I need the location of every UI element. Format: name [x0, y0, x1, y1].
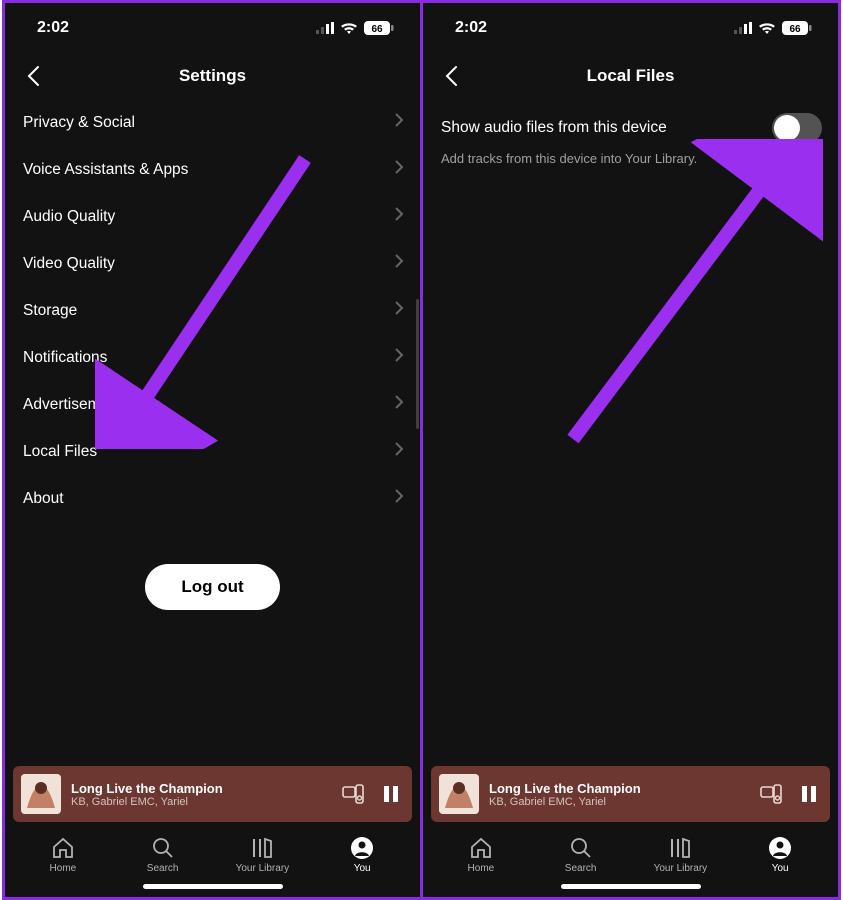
now-playing-artist: KB, Gabriel EMC, Yariel — [489, 796, 750, 808]
chevron-right-icon — [394, 206, 404, 227]
pause-button[interactable] — [382, 784, 400, 804]
settings-item-label: About — [23, 490, 64, 508]
nav-label: You — [354, 863, 371, 874]
logout-button[interactable]: Log out — [145, 564, 279, 610]
settings-item-advertisements[interactable]: Advertisements — [5, 381, 420, 428]
nav-label: Your Library — [236, 863, 290, 874]
library-icon — [668, 836, 692, 860]
header: Settings — [5, 53, 420, 99]
chevron-right-icon — [394, 441, 404, 462]
settings-item-label: Local Files — [23, 443, 97, 461]
bottom-nav: Home Search Your Library You — [5, 830, 420, 878]
settings-item-label: Notifications — [23, 349, 107, 367]
now-playing-title: Long Live the Champion — [489, 781, 750, 796]
chevron-right-icon — [394, 253, 404, 274]
scrollbar-indicator — [416, 299, 419, 429]
phone-local-files: 2:02 66 Local Files Show a — [423, 3, 838, 897]
nav-label: Your Library — [654, 863, 708, 874]
settings-item-privacy-social[interactable]: Privacy & Social — [5, 99, 420, 146]
cellular-signal-icon — [734, 22, 752, 34]
show-audio-files-row: Show audio files from this device — [423, 99, 838, 149]
chevron-right-icon — [394, 488, 404, 509]
you-icon — [350, 836, 374, 860]
chevron-right-icon — [394, 394, 404, 415]
toggle-sublabel: Add tracks from this device into Your Li… — [423, 149, 838, 168]
wifi-icon — [340, 22, 358, 35]
nav-home[interactable]: Home — [13, 836, 113, 874]
settings-item-label: Advertisements — [23, 396, 130, 414]
library-icon — [250, 836, 274, 860]
devices-icon[interactable] — [342, 784, 364, 804]
settings-item-label: Privacy & Social — [23, 114, 135, 132]
page-title: Local Files — [441, 66, 820, 86]
show-audio-files-toggle[interactable] — [772, 113, 822, 143]
search-icon — [151, 836, 175, 860]
bottom-nav: Home Search Your Library You — [423, 830, 838, 878]
settings-item-audio-quality[interactable]: Audio Quality — [5, 193, 420, 240]
nav-you[interactable]: You — [312, 836, 412, 874]
svg-text:66: 66 — [371, 24, 383, 35]
now-playing-bar[interactable]: Long Live the Champion KB, Gabriel EMC, … — [13, 766, 412, 822]
toggle-label: Show audio files from this device — [441, 119, 667, 137]
chevron-right-icon — [394, 347, 404, 368]
settings-item-notifications[interactable]: Notifications — [5, 334, 420, 381]
nav-label: You — [772, 863, 789, 874]
settings-item-storage[interactable]: Storage — [5, 287, 420, 334]
settings-item-label: Voice Assistants & Apps — [23, 161, 188, 179]
nav-library[interactable]: Your Library — [631, 836, 731, 874]
back-button[interactable] — [19, 62, 47, 90]
status-time: 2:02 — [455, 19, 487, 37]
chevron-right-icon — [394, 112, 404, 133]
now-playing-title: Long Live the Champion — [71, 781, 332, 796]
nav-library[interactable]: Your Library — [213, 836, 313, 874]
settings-item-about[interactable]: About — [5, 475, 420, 522]
svg-text:66: 66 — [789, 24, 801, 35]
local-files-panel: Show audio files from this device Add tr… — [423, 99, 838, 766]
settings-list: Privacy & Social Voice Assistants & Apps… — [5, 99, 420, 766]
devices-icon[interactable] — [760, 784, 782, 804]
chevron-right-icon — [394, 159, 404, 180]
status-bar: 2:02 66 — [5, 3, 420, 53]
home-icon — [51, 836, 75, 860]
nav-label: Search — [565, 863, 597, 874]
cellular-signal-icon — [316, 22, 334, 34]
album-art — [439, 774, 479, 814]
nav-search[interactable]: Search — [113, 836, 213, 874]
now-playing-bar[interactable]: Long Live the Champion KB, Gabriel EMC, … — [431, 766, 830, 822]
settings-item-video-quality[interactable]: Video Quality — [5, 240, 420, 287]
settings-item-label: Storage — [23, 302, 77, 320]
home-icon — [469, 836, 493, 860]
nav-label: Search — [147, 863, 179, 874]
settings-item-voice-assistants[interactable]: Voice Assistants & Apps — [5, 146, 420, 193]
nav-you[interactable]: You — [730, 836, 830, 874]
settings-item-label: Audio Quality — [23, 208, 115, 226]
status-time: 2:02 — [37, 19, 69, 37]
page-title: Settings — [23, 66, 402, 86]
nav-search[interactable]: Search — [531, 836, 631, 874]
home-indicator — [143, 884, 283, 889]
chevron-right-icon — [394, 300, 404, 321]
phone-settings: 2:02 66 Settings Privacy & — [5, 3, 420, 897]
nav-label: Home — [468, 863, 495, 874]
album-art — [21, 774, 61, 814]
battery-icon: 66 — [364, 21, 394, 35]
wifi-icon — [758, 22, 776, 35]
settings-item-local-files[interactable]: Local Files — [5, 428, 420, 475]
annotation-arrow — [543, 139, 823, 459]
search-icon — [569, 836, 593, 860]
back-button[interactable] — [437, 62, 465, 90]
battery-icon: 66 — [782, 21, 812, 35]
you-icon — [768, 836, 792, 860]
settings-item-label: Video Quality — [23, 255, 115, 273]
now-playing-artist: KB, Gabriel EMC, Yariel — [71, 796, 332, 808]
pause-button[interactable] — [800, 784, 818, 804]
status-bar: 2:02 66 — [423, 3, 838, 53]
nav-label: Home — [50, 863, 77, 874]
nav-home[interactable]: Home — [431, 836, 531, 874]
home-indicator — [561, 884, 701, 889]
header: Local Files — [423, 53, 838, 99]
